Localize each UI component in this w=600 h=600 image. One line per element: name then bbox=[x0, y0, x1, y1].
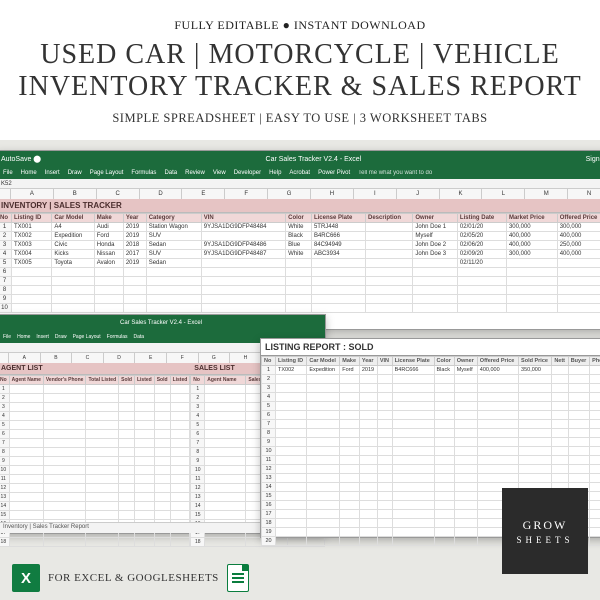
section-header-inventory: INVENTORY | SALES TRACKER bbox=[0, 199, 600, 213]
table-row[interactable]: 13 bbox=[262, 474, 600, 483]
tagline: FULLY EDITABLE ● INSTANT DOWNLOAD bbox=[0, 18, 600, 33]
table-row[interactable]: 15 bbox=[0, 511, 190, 520]
title-bar: AutoSave ⬤ Car Sales Tracker V2.4 - Exce… bbox=[0, 151, 600, 167]
ribbon-tabs: File Home Insert Draw Page Layout Formul… bbox=[0, 167, 600, 179]
ribbon-tab[interactable]: Insert bbox=[45, 170, 60, 176]
title-line-2: INVENTORY TRACKER & SALES REPORT bbox=[0, 71, 600, 103]
table-row[interactable]: 9 bbox=[0, 457, 190, 466]
table-row[interactable]: 3 bbox=[262, 384, 600, 393]
table-row[interactable]: 6 bbox=[0, 430, 190, 439]
col-header[interactable]: No bbox=[0, 214, 12, 223]
ribbon-tab[interactable]: Page Layout bbox=[90, 170, 124, 176]
file-title: Car Sales Tracker V2.4 - Excel bbox=[1, 320, 321, 326]
col-header[interactable]: Listing Date bbox=[457, 214, 506, 223]
col-header[interactable]: Make bbox=[94, 214, 123, 223]
ribbon-tab[interactable]: Formulas bbox=[131, 170, 156, 176]
footer-text: FOR EXCEL & GOOGLESHEETS bbox=[48, 572, 219, 584]
subtitle: SIMPLE SPREADSHEET | EASY TO USE | 3 WOR… bbox=[0, 111, 600, 126]
googlesheets-icon bbox=[227, 564, 249, 592]
table-row[interactable]: 4TX004KicksNissan2017SUV9YJSA1DG9DFP4848… bbox=[0, 250, 600, 259]
table-row[interactable]: 7 bbox=[0, 277, 600, 286]
title-line-1: USED CAR | MOTORCYCLE | VEHICLE bbox=[0, 39, 600, 71]
sign-in-button[interactable]: Sign in bbox=[586, 156, 600, 163]
table-row[interactable]: 11 bbox=[262, 456, 600, 465]
ribbon-tab[interactable]: Data bbox=[164, 170, 177, 176]
table-row[interactable]: 6 bbox=[0, 268, 600, 277]
section-header-report: LISTING REPORT : SOLD bbox=[261, 339, 600, 356]
table-row[interactable]: 13 bbox=[0, 493, 190, 502]
col-header[interactable]: Market Price bbox=[506, 214, 557, 223]
ribbon-tab[interactable]: View bbox=[213, 170, 226, 176]
ribbon-tab[interactable]: Review bbox=[185, 170, 205, 176]
table-row[interactable]: 10 bbox=[262, 447, 600, 456]
table-row[interactable]: 9 bbox=[262, 438, 600, 447]
ribbon-tab[interactable]: Draw bbox=[68, 170, 82, 176]
col-header[interactable]: License Plate bbox=[311, 214, 365, 223]
section-header-agent: AGENT LIST bbox=[0, 363, 190, 375]
ribbon-tab[interactable]: File bbox=[3, 170, 13, 176]
col-header[interactable]: Owner bbox=[413, 214, 458, 223]
title-bar: Car Sales Tracker V2.4 - Excel bbox=[0, 315, 325, 331]
table-row[interactable]: 14 bbox=[0, 502, 190, 511]
table-row[interactable]: 11 bbox=[0, 475, 190, 484]
table-row[interactable]: 8 bbox=[262, 429, 600, 438]
table-row[interactable]: 7 bbox=[262, 420, 600, 429]
excel-icon: X bbox=[12, 564, 40, 592]
inventory-table[interactable]: NoListing IDCar ModelMakeYearCategoryVIN… bbox=[0, 213, 600, 313]
promo-header: FULLY EDITABLE ● INSTANT DOWNLOAD USED C… bbox=[0, 0, 600, 140]
autosave-toggle[interactable]: AutoSave ⬤ bbox=[1, 155, 41, 163]
col-header[interactable]: VIN bbox=[201, 214, 285, 223]
file-title: Car Sales Tracker V2.4 - Excel bbox=[41, 156, 585, 163]
formula-bar[interactable]: K52 bbox=[0, 179, 600, 189]
ribbon-tab[interactable]: Developer bbox=[234, 170, 261, 176]
table-row[interactable]: 10 bbox=[0, 466, 190, 475]
table-row[interactable]: 3TX003CivicHonda2018Sedan9YJSA1DG9DFP484… bbox=[0, 241, 600, 250]
table-row[interactable]: 1TX001A4Audi2019Station Wagon9YJSA1DG9DF… bbox=[0, 223, 600, 232]
table-row[interactable]: 18 bbox=[0, 538, 190, 547]
brand-badge: GROW SHEETS bbox=[502, 488, 588, 574]
table-row[interactable]: 3 bbox=[0, 403, 190, 412]
table-row[interactable]: 10 bbox=[0, 304, 600, 313]
table-row[interactable]: 7 bbox=[0, 439, 190, 448]
cell-ref-box[interactable]: K52 bbox=[1, 181, 12, 187]
ribbon-tab[interactable]: Power Pivot bbox=[318, 170, 350, 176]
col-header[interactable]: Color bbox=[286, 214, 312, 223]
col-header[interactable]: Description bbox=[366, 214, 413, 223]
table-row[interactable]: 12 bbox=[0, 484, 190, 493]
ribbon-tab[interactable]: Help bbox=[269, 170, 281, 176]
tell-me[interactable]: Tell me what you want to do bbox=[358, 170, 432, 176]
table-row[interactable]: 9 bbox=[0, 295, 600, 304]
col-header[interactable]: Category bbox=[146, 214, 201, 223]
ribbon-tab[interactable]: Acrobat bbox=[289, 170, 310, 176]
col-header[interactable]: Car Model bbox=[52, 214, 94, 223]
col-header[interactable]: Year bbox=[123, 214, 146, 223]
brand-line2: SHEETS bbox=[516, 535, 573, 545]
table-row[interactable]: 1TX002ExpeditionFord2019B4RC666BlackMyse… bbox=[262, 366, 600, 375]
table-row[interactable]: 5 bbox=[262, 402, 600, 411]
ribbon-tab[interactable]: Home bbox=[21, 170, 37, 176]
table-row[interactable]: 8 bbox=[0, 286, 600, 295]
table-row[interactable]: 4 bbox=[262, 393, 600, 402]
column-headers: ABCDEFGHIJKLMN bbox=[0, 189, 600, 199]
table-row[interactable]: 5TX005ToyotaAvalon2019Sedan02/11/20 bbox=[0, 259, 600, 268]
table-row[interactable]: 2 bbox=[0, 394, 190, 403]
table-row[interactable]: 1 bbox=[0, 385, 190, 394]
table-row[interactable]: 2 bbox=[262, 375, 600, 384]
table-row[interactable]: 5 bbox=[0, 421, 190, 430]
excel-window-inventory: AutoSave ⬤ Car Sales Tracker V2.4 - Exce… bbox=[0, 150, 600, 330]
table-row[interactable]: 2TX002ExpeditionFord2019SUVBlackB4RC666M… bbox=[0, 232, 600, 241]
table-row[interactable]: 12 bbox=[262, 465, 600, 474]
table-row[interactable]: 4 bbox=[0, 412, 190, 421]
col-header[interactable]: Listing ID bbox=[12, 214, 52, 223]
table-row[interactable]: 6 bbox=[262, 411, 600, 420]
col-header[interactable]: Offered Price bbox=[557, 214, 600, 223]
brand-line1: GROW bbox=[523, 518, 568, 533]
table-row[interactable]: 8 bbox=[0, 448, 190, 457]
